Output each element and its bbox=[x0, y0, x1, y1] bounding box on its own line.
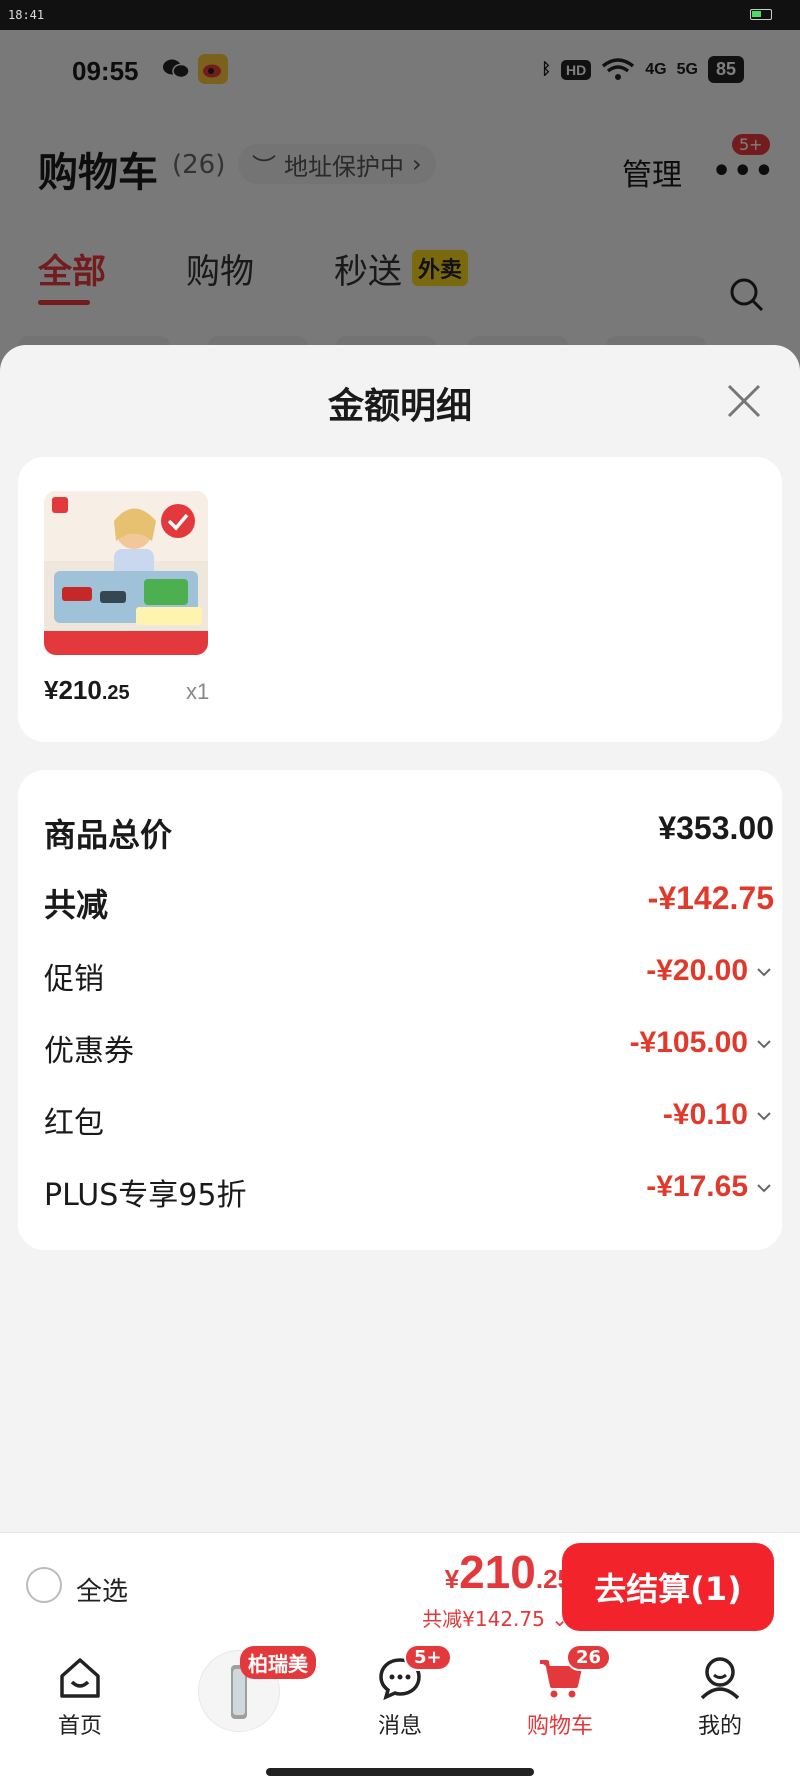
row-red-packet[interactable]: 红包 -¥0.10 bbox=[44, 1094, 774, 1144]
close-icon[interactable] bbox=[726, 383, 762, 419]
bottom-tab-bar: 首页 柏瑞美 消息 5+ 购物车 26 我的 bbox=[0, 1642, 800, 1788]
product-thumbnail[interactable] bbox=[44, 491, 208, 655]
item-price-int: ¥210 bbox=[44, 675, 102, 705]
red-packet-label: 红包 bbox=[44, 1106, 104, 1141]
home-icon bbox=[60, 1658, 100, 1698]
item-quantity: x1 bbox=[186, 679, 210, 704]
total-int: 210 bbox=[459, 1546, 536, 1598]
chevron-down-icon bbox=[757, 1112, 771, 1121]
emulator-battery-icon bbox=[750, 9, 772, 20]
row-total-price: 商品总价 ¥353.00 bbox=[44, 806, 774, 856]
chevron-down-icon bbox=[757, 1184, 771, 1193]
checkout-bar: 全选 ¥210.25 共减¥142.75 ⌄ 去结算(1) bbox=[0, 1532, 800, 1642]
currency-symbol: ¥ bbox=[444, 1564, 460, 1594]
item-price: ¥210.25 bbox=[44, 675, 130, 706]
tab-mine[interactable]: 我的 bbox=[660, 1654, 780, 1740]
total-price-label: 商品总价 bbox=[44, 816, 173, 854]
messages-badge: 5+ bbox=[404, 1644, 452, 1671]
checkout-total: ¥210.25 bbox=[445, 1545, 572, 1599]
cart-badge: 26 bbox=[566, 1644, 612, 1671]
total-price-value: ¥353.00 bbox=[658, 810, 774, 846]
user-icon bbox=[700, 1657, 740, 1700]
emulator-status-bar: 18:41 bbox=[0, 0, 800, 30]
tab-messages-label: 消息 bbox=[377, 1714, 422, 1739]
promotion-value: -¥20.00 bbox=[646, 954, 748, 987]
emulator-time: 18:41 bbox=[8, 8, 45, 22]
coupon-label: 优惠券 bbox=[44, 1034, 134, 1069]
item-card: ¥210.25 x1 bbox=[18, 457, 782, 742]
amount-breakdown-card: 商品总价 ¥353.00 共减 -¥142.75 促销 -¥20.00 优惠券 … bbox=[18, 770, 782, 1250]
brand-tag: 柏瑞美 bbox=[240, 1646, 316, 1679]
row-promotion[interactable]: 促销 -¥20.00 bbox=[44, 950, 774, 1000]
reduction-label: 共减 bbox=[44, 886, 109, 924]
row-plus-discount[interactable]: PLUS专享95折 -¥17.65 bbox=[44, 1166, 774, 1216]
chevron-down-icon bbox=[757, 968, 771, 977]
reduction-summary[interactable]: 共减¥142.75 ⌄ bbox=[422, 1603, 568, 1632]
tab-cart-label: 购物车 bbox=[526, 1714, 593, 1739]
tab-home-label: 首页 bbox=[57, 1714, 102, 1739]
tab-home[interactable]: 首页 bbox=[20, 1654, 140, 1740]
plus-discount-value: -¥17.65 bbox=[646, 1170, 748, 1203]
select-all-label[interactable]: 全选 bbox=[76, 1571, 128, 1608]
reduction-value: -¥142.75 bbox=[647, 880, 774, 916]
plus-discount-label: PLUS专享95折 bbox=[44, 1178, 247, 1213]
item-price-dec: .25 bbox=[101, 682, 130, 704]
select-all-radio[interactable] bbox=[26, 1567, 62, 1603]
promotion-label: 促销 bbox=[44, 962, 104, 997]
reduction-summary-text: 共减¥142.75 bbox=[422, 1607, 545, 1631]
tab-mine-label: 我的 bbox=[697, 1714, 742, 1739]
home-indicator[interactable] bbox=[266, 1768, 534, 1776]
checkout-button[interactable]: 去结算(1) bbox=[562, 1543, 774, 1631]
chevron-down-icon bbox=[757, 1040, 771, 1049]
sheet-title: 金额明细 bbox=[327, 386, 472, 427]
row-coupon[interactable]: 优惠券 -¥105.00 bbox=[44, 1022, 774, 1072]
red-packet-value: -¥0.10 bbox=[662, 1098, 748, 1131]
coupon-value: -¥105.00 bbox=[629, 1026, 748, 1059]
row-total-reduction: 共减 -¥142.75 bbox=[44, 876, 774, 926]
